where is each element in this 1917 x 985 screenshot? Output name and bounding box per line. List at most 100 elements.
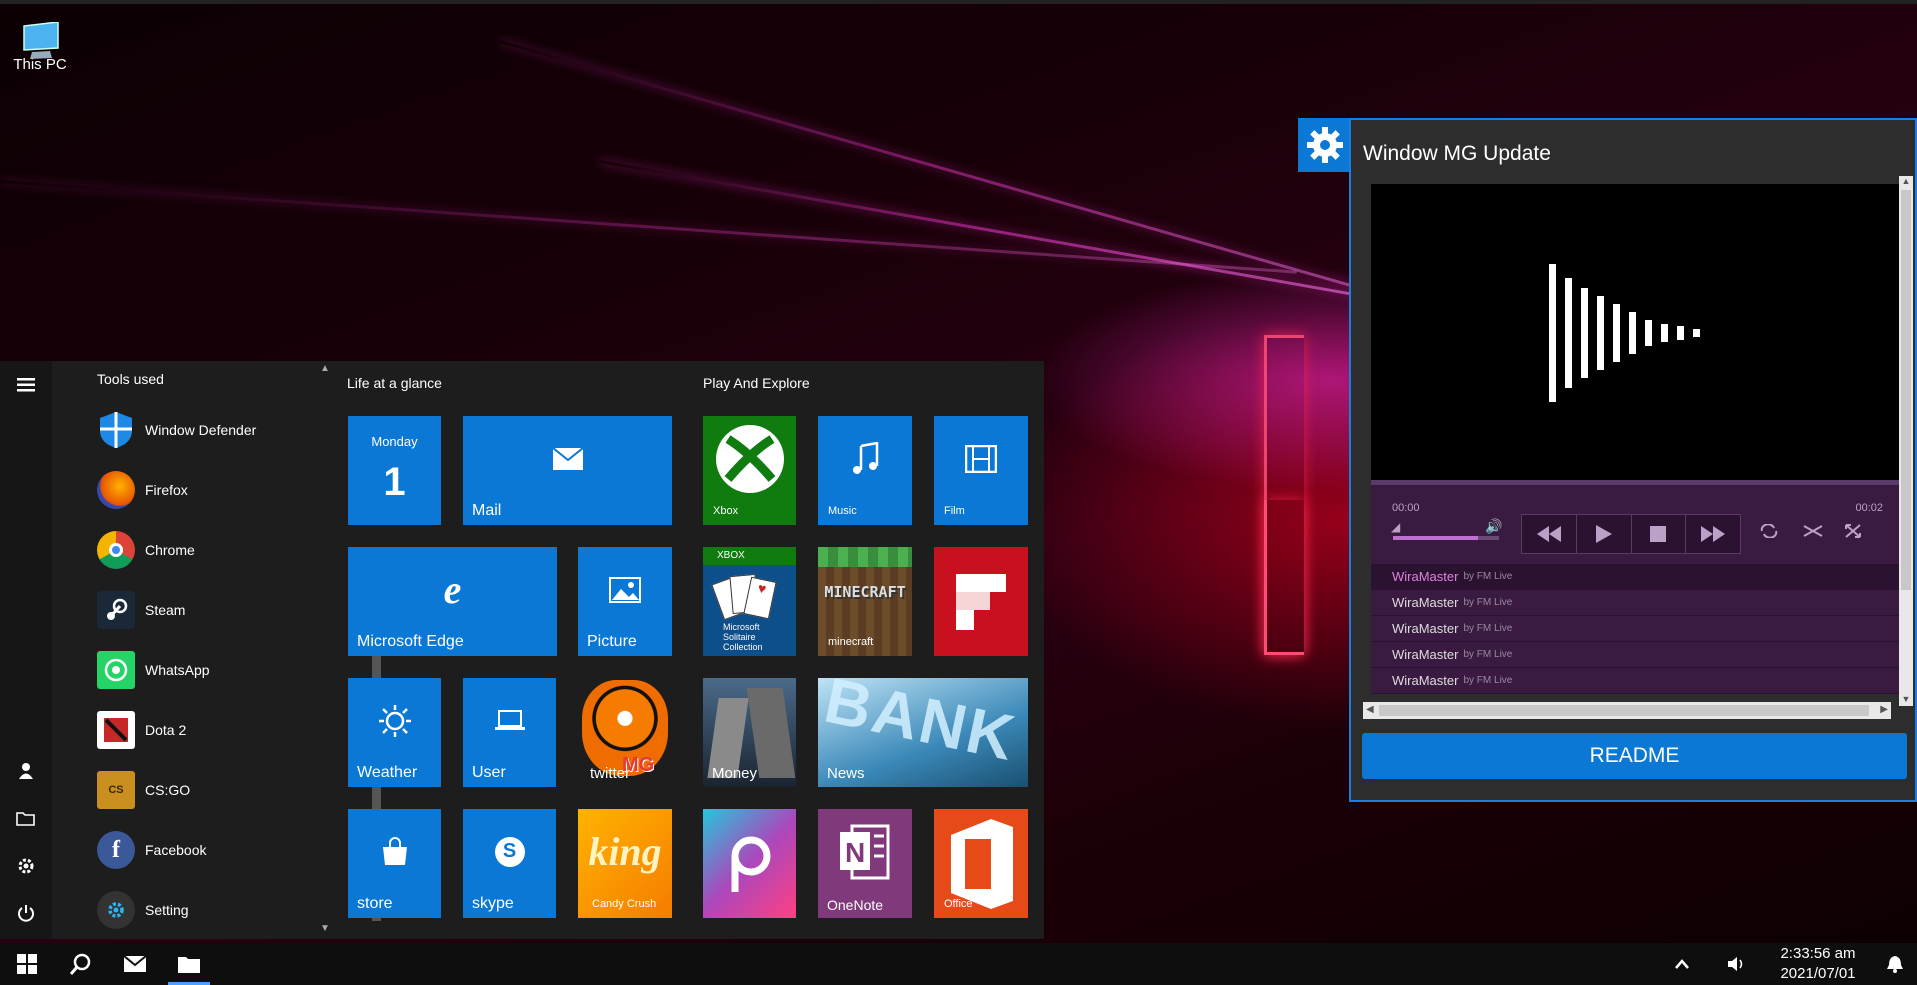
vertical-scrollbar[interactable]: ▲ ▼ [1899,176,1913,706]
tile-store[interactable]: store [348,809,441,918]
show-hidden-icons-button[interactable] [1655,943,1709,985]
tile-office[interactable]: Office [934,809,1028,918]
scroll-down-icon[interactable]: ▼ [1899,694,1913,704]
tile-picsart[interactable] [703,809,796,918]
hamburger-icon[interactable] [0,365,52,405]
volume-button[interactable] [1709,943,1763,985]
tile-label: Money [712,765,758,782]
media-player: 00:00 00:02 ◢ 🔊 [1371,480,1901,564]
calendar-date: 1 [383,460,406,504]
stop-button[interactable] [1632,515,1687,553]
app-item-firefox[interactable]: Firefox [97,468,327,512]
fullscreen-icon[interactable] [1845,524,1861,543]
tile-picture[interactable]: Picture [578,547,672,656]
dota2-icon [97,711,135,749]
tile-solitaire[interactable]: XBOX ♥ Microsoft Solitaire Collection [703,547,796,656]
calendar-day: Monday [371,434,418,449]
playlist-item[interactable]: WiraMaster by FM Live [1371,668,1901,694]
tile-film[interactable]: Film [934,416,1028,525]
app-item-setting[interactable]: Setting [97,888,327,932]
tile-calendar[interactable]: Monday 1 [348,416,441,525]
system-tray: 2:33:56 am 2021/07/01 [1655,943,1917,985]
app-item-whatsapp[interactable]: WhatsApp [97,648,327,692]
tile-flipboard[interactable] [934,547,1028,656]
tile-user[interactable]: User [463,678,556,787]
scroll-right-icon[interactable]: ▶ [1880,704,1888,715]
track-name: WiraMaster [1392,673,1459,688]
app-item-window-defender[interactable]: Window Defender [97,408,327,452]
notifications-button[interactable] [1873,943,1917,985]
tile-weather[interactable]: Weather [348,678,441,787]
steam-icon [97,591,135,629]
scroll-down-icon[interactable]: ▼ [320,923,330,934]
search-button[interactable] [54,943,108,985]
tile-news[interactable]: BANK News [818,678,1028,787]
window-title: Window MG Update [1363,142,1551,165]
play-button[interactable] [1577,515,1632,553]
scroll-up-icon[interactable]: ▲ [320,363,330,374]
tile-label: User [472,764,506,781]
tile-label: Music [828,505,857,517]
shuffle-icon[interactable] [1803,524,1823,543]
tile-edge[interactable]: e Microsoft Edge [348,547,557,656]
playlist-item[interactable]: WiraMaster by FM Live [1371,564,1901,590]
taskbar-mail-button[interactable] [108,943,162,985]
tile-xbox[interactable]: Xbox [703,416,796,525]
settings-icon[interactable] [0,846,52,886]
mail-icon [124,956,146,972]
folder-icon[interactable] [0,798,52,838]
track-artist: by FM Live [1463,675,1513,686]
tile-skype[interactable]: S skype [463,809,556,918]
tile-onenote[interactable]: N OneNote [818,809,912,918]
volume-slider[interactable] [1393,536,1499,540]
chrome-icon [97,531,135,569]
tile-label: Weather [357,764,418,781]
track-artist: by FM Live [1463,623,1513,634]
picsart-icon [703,809,796,918]
scroll-up-icon[interactable]: ▲ [1899,176,1913,186]
playlist: WiraMaster by FM Live WiraMaster by FM Liv… [1371,564,1901,694]
volume-high-icon[interactable]: 🔊 [1485,518,1502,535]
taskbar-explorer-button[interactable] [162,943,216,985]
onenote-icon: N [818,809,912,894]
clock[interactable]: 2:33:56 am 2021/07/01 [1763,944,1873,984]
track-artist: by FM Live [1463,571,1513,582]
volume-low-icon[interactable]: ◢ [1391,520,1400,534]
seek-bar[interactable] [1371,480,1901,485]
app-item-label: Facebook [145,842,207,858]
rewind-button[interactable] [1522,515,1577,553]
scroll-left-icon[interactable]: ◀ [1366,704,1374,715]
horizontal-scrollbar[interactable]: ◀ ▶ [1363,702,1891,719]
taskbar: 2:33:56 am 2021/07/01 [0,943,1917,985]
app-item-steam[interactable]: Steam [97,588,327,632]
app-item-csgo[interactable]: CS CS:GO [97,768,327,812]
app-item-chrome[interactable]: Chrome [97,528,327,572]
repeat-icon[interactable] [1759,523,1779,543]
tile-minecraft[interactable]: MINECRAFT minecraft [818,547,912,656]
app-item-dota2[interactable]: Dota 2 [97,708,327,752]
playlist-item[interactable]: WiraMaster by FM Live [1371,590,1901,616]
window-app-icon[interactable] [1298,118,1351,172]
flipboard-icon [934,547,1028,656]
tile-money[interactable]: Money [703,678,796,787]
clock-time: 2:33:56 am [1780,945,1856,962]
windows-logo-icon [17,954,37,974]
tile-mail[interactable]: Mail [463,416,672,525]
tile-music[interactable]: Music [818,416,912,525]
video-area[interactable] [1371,184,1901,480]
desktop-icon-this-pc[interactable]: This PC [8,21,72,73]
firefox-icon [97,471,135,509]
tile-candy-crush[interactable]: king Candy Crush [578,809,672,918]
app-item-facebook[interactable]: f Facebook [97,828,327,872]
tile-twitter[interactable]: MG twitter [578,678,672,787]
clock-date: 2021/07/01 [1780,965,1856,982]
user-icon[interactable] [0,751,52,791]
playlist-item[interactable]: WiraMaster by FM Live [1371,616,1901,642]
readme-button[interactable]: README [1362,733,1907,779]
start-button[interactable] [0,943,54,985]
wallpaper-frame [1264,500,1304,655]
power-icon[interactable] [0,893,52,933]
playlist-item[interactable]: WiraMaster by FM Live [1371,642,1901,668]
fast-forward-button[interactable] [1686,515,1740,553]
bell-icon [1887,956,1903,973]
